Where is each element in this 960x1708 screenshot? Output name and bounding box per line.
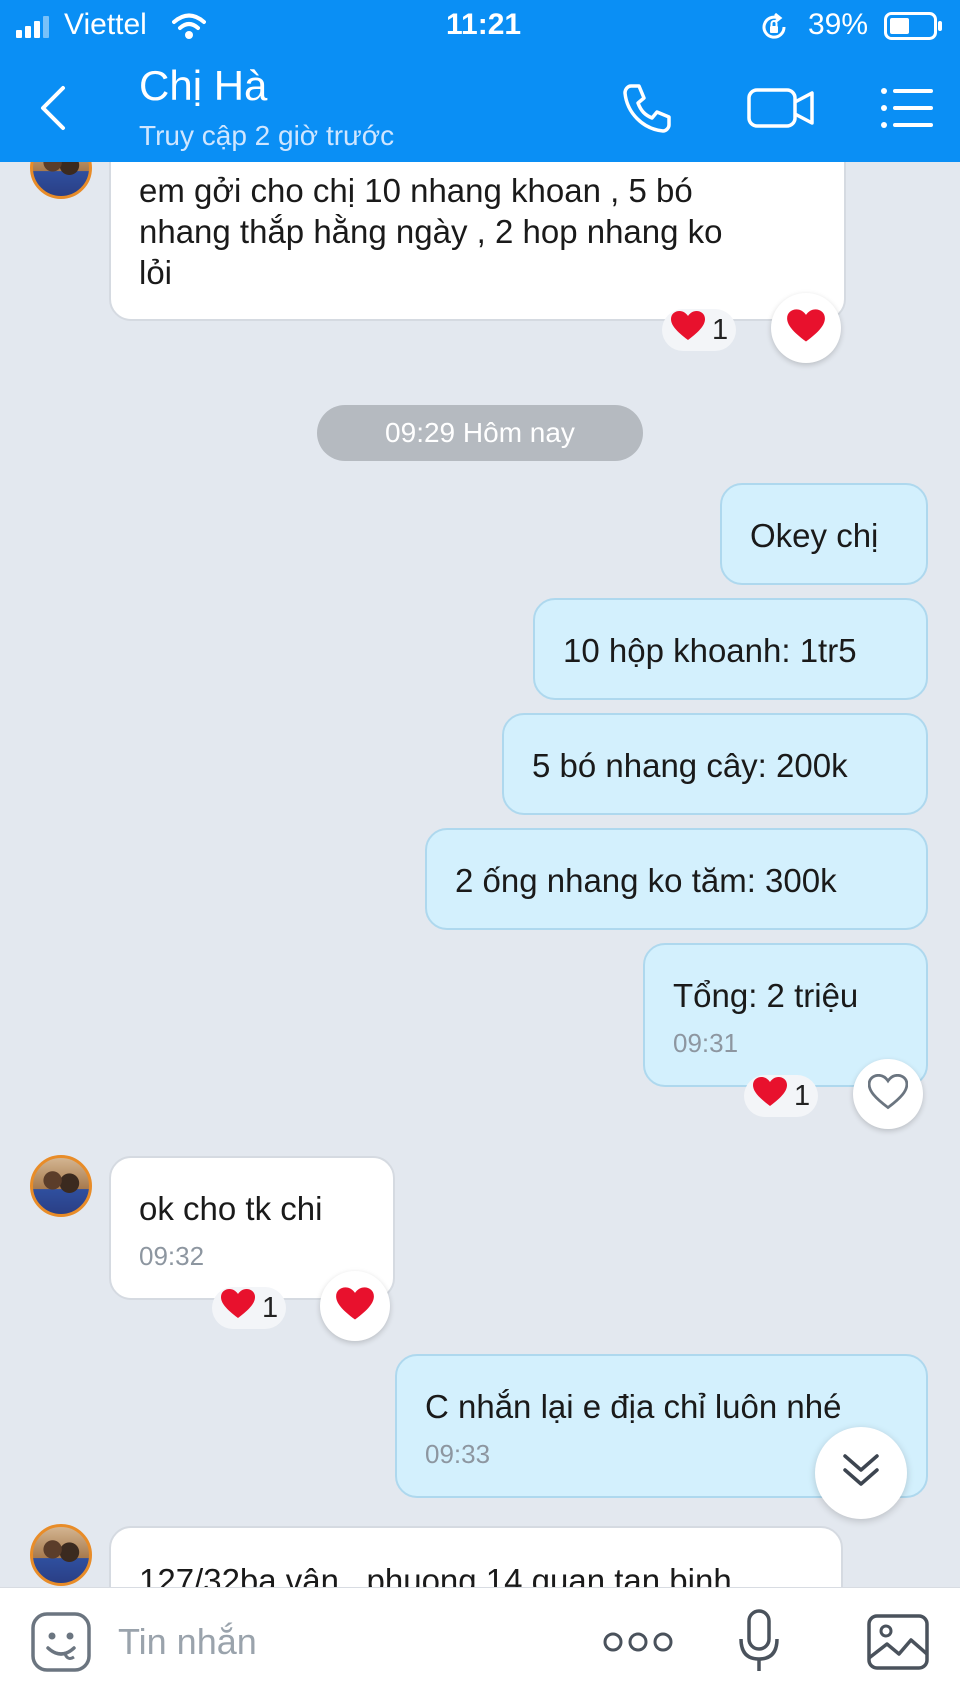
reaction-count: 1 bbox=[794, 1079, 811, 1112]
timestamp-divider: 09:29 Hôm nay bbox=[317, 405, 643, 461]
more-dots-icon bbox=[602, 1630, 674, 1659]
smiley-icon bbox=[30, 1611, 92, 1678]
orientation-lock-icon bbox=[759, 12, 789, 42]
heart-outline-icon bbox=[867, 1073, 909, 1115]
reaction-summary[interactable]: 1 bbox=[212, 1287, 287, 1329]
heart-icon bbox=[220, 1288, 256, 1328]
message-time: 09:32 bbox=[139, 1241, 205, 1271]
message-text-line: lỏi bbox=[139, 254, 173, 291]
reaction-summary[interactable]: 1 bbox=[744, 1075, 819, 1117]
message-text-line: em gởi cho chị 10 nhang khoan , 5 bó bbox=[139, 172, 693, 209]
last-seen-status: Truy cập 2 giờ trước bbox=[139, 120, 395, 151]
heart-icon bbox=[752, 1076, 788, 1116]
message-composer bbox=[0, 1587, 960, 1708]
heart-icon bbox=[335, 1286, 375, 1327]
message-bubble-received[interactable]: em gởi cho chị 10 nhang khoan , 5 bó nha… bbox=[109, 140, 846, 321]
heart-icon bbox=[786, 308, 826, 349]
message-text: 10 hộp khoanh: 1tr5 bbox=[563, 632, 857, 669]
message-text: Tổng: 2 triệu bbox=[673, 977, 859, 1014]
message-text: 2 ống nhang ko tăm: 300k bbox=[455, 862, 837, 899]
timestamp-divider-text: 09:29 Hôm nay bbox=[385, 417, 575, 448]
react-button[interactable] bbox=[771, 293, 841, 363]
chevron-left-icon bbox=[35, 84, 71, 137]
message-bubble-sent[interactable]: 5 bó nhang cây: 200k bbox=[502, 713, 928, 815]
battery-icon bbox=[884, 12, 944, 40]
chat-screen: Viettel 11:21 39% Chị Hà Truy cập 2 giờ … bbox=[0, 0, 960, 1708]
message-text: C nhắn lại e địa chỉ luôn nhé bbox=[425, 1388, 842, 1425]
message-bubble-sent[interactable]: 2 ống nhang ko tăm: 300k bbox=[425, 828, 928, 930]
image-icon bbox=[867, 1613, 929, 1675]
more-options-button[interactable] bbox=[598, 1606, 678, 1682]
chat-header: Viettel 11:21 39% Chị Hà Truy cập 2 giờ … bbox=[0, 0, 960, 162]
contact-avatar[interactable] bbox=[30, 1155, 92, 1217]
clock: 11:21 bbox=[446, 8, 522, 41]
reaction-summary[interactable]: 1 bbox=[662, 309, 737, 351]
voice-message-button[interactable] bbox=[724, 1606, 794, 1682]
wifi-icon bbox=[172, 12, 206, 40]
reaction-count: 1 bbox=[712, 313, 729, 346]
chat-options-button[interactable] bbox=[872, 80, 942, 140]
list-menu-icon bbox=[879, 86, 935, 135]
sticker-button[interactable] bbox=[26, 1606, 96, 1682]
signal-icon bbox=[16, 16, 54, 38]
microphone-icon bbox=[737, 1608, 781, 1680]
message-bubble-sent[interactable]: Okey chị bbox=[720, 483, 928, 585]
react-button[interactable] bbox=[853, 1059, 923, 1129]
message-text: Okey chị bbox=[750, 517, 879, 554]
phone-icon bbox=[619, 80, 675, 141]
contact-avatar[interactable] bbox=[30, 1524, 92, 1586]
gallery-button[interactable] bbox=[860, 1606, 936, 1682]
carrier-name: Viettel bbox=[64, 8, 147, 41]
reaction-count: 1 bbox=[262, 1291, 279, 1324]
message-input[interactable] bbox=[118, 1614, 578, 1670]
battery-percentage: 39% bbox=[808, 8, 869, 41]
voice-call-button[interactable] bbox=[612, 80, 682, 140]
heart-icon bbox=[670, 310, 706, 350]
message-time: 09:31 bbox=[673, 1028, 739, 1058]
video-call-button[interactable] bbox=[736, 80, 826, 140]
contact-name[interactable]: Chị Hà bbox=[139, 62, 267, 110]
scroll-to-bottom-button[interactable] bbox=[815, 1427, 907, 1519]
video-icon bbox=[746, 83, 816, 138]
double-chevron-down-icon bbox=[841, 1452, 881, 1495]
react-button[interactable] bbox=[320, 1271, 390, 1341]
message-bubble-sent[interactable]: 10 hộp khoanh: 1tr5 bbox=[533, 598, 928, 700]
message-text: 5 bó nhang cây: 200k bbox=[532, 747, 848, 784]
message-text-line: nhang thắp hằng ngày , 2 hop nhang ko bbox=[139, 213, 723, 250]
back-button[interactable] bbox=[18, 80, 88, 140]
message-text: ok cho tk chi bbox=[139, 1190, 323, 1227]
